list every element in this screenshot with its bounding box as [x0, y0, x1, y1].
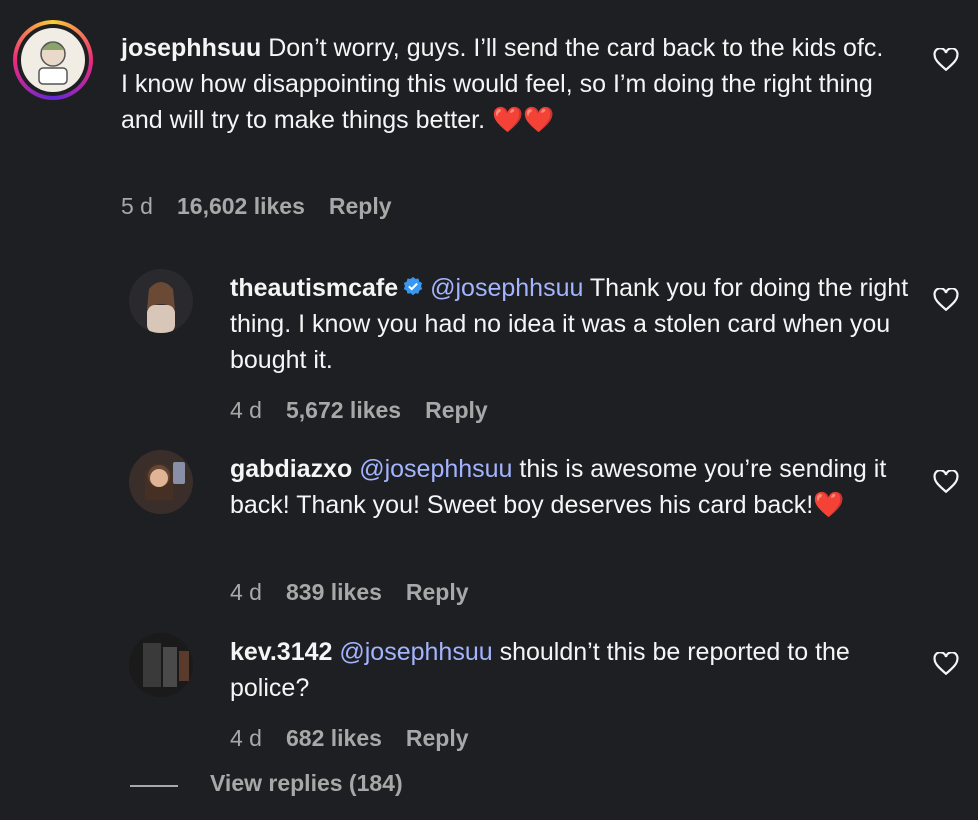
reply-button[interactable]: Reply [406, 579, 469, 606]
likes-count[interactable]: 839 likes [286, 579, 382, 606]
reply-button[interactable]: Reply [329, 193, 392, 220]
reply-button[interactable]: Reply [406, 725, 469, 752]
view-replies-button[interactable]: View replies (184) [210, 770, 403, 797]
avatar-josephhsuu[interactable] [13, 20, 93, 100]
comment-username[interactable]: josephhsuu [121, 34, 261, 62]
mention-link[interactable]: @josephhsuu [339, 638, 492, 666]
like-heart-icon[interactable] [933, 288, 959, 312]
comment-meta: 4 d 682 likes Reply [230, 725, 493, 752]
comment-text: gabdiazxo @josephhsuu this is awesome yo… [230, 451, 910, 523]
comment-text: josephhsuu Don’t worry, guys. I’ll send … [121, 30, 911, 138]
like-heart-icon[interactable] [933, 470, 959, 494]
likes-count[interactable]: 5,672 likes [286, 397, 401, 424]
verified-badge-icon [403, 276, 423, 296]
comment-text: kev.3142 @josephhsuu shouldn’t this be r… [230, 634, 910, 706]
mention-link[interactable]: @josephhsuu [359, 455, 512, 483]
comment-username[interactable]: gabdiazxo [230, 455, 352, 483]
heart-emoji: ❤️❤️ [492, 106, 555, 134]
avatar-theautismcafe[interactable] [129, 269, 193, 333]
heart-emoji: ❤️ [813, 491, 845, 519]
comment-meta: 4 d 839 likes Reply [230, 579, 493, 606]
like-heart-icon[interactable] [933, 652, 959, 676]
comment-time: 5 d [121, 193, 153, 219]
comment-meta: 4 d 5,672 likes Reply [230, 397, 512, 424]
likes-count[interactable]: 16,602 likes [177, 193, 305, 220]
avatar-kev3142[interactable] [129, 633, 193, 697]
reply-button[interactable]: Reply [425, 397, 488, 424]
comment-time: 4 d [230, 397, 262, 423]
comment-body: Don’t worry, guys. I’ll send the card ba… [268, 34, 884, 62]
replies-divider [130, 785, 178, 787]
comment-username[interactable]: kev.3142 [230, 638, 332, 666]
comment-username[interactable]: theautismcafe [230, 274, 398, 302]
like-heart-icon[interactable] [933, 48, 959, 72]
comment-text: theautismcafe @josephhsuu Thank you for d… [230, 270, 910, 378]
mention-link[interactable]: @josephhsuu [430, 274, 583, 302]
likes-count[interactable]: 682 likes [286, 725, 382, 752]
comment-time: 4 d [230, 579, 262, 605]
avatar-gabdiazxo[interactable] [129, 450, 193, 514]
comment-meta: 5 d 16,602 likes Reply [121, 193, 416, 220]
comment-time: 4 d [230, 725, 262, 751]
